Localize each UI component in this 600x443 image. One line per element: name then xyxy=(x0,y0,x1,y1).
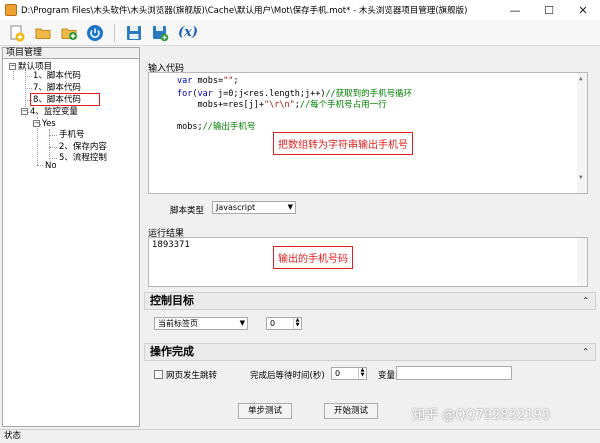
tab-target-select[interactable]: 当前标签页 ▼ xyxy=(154,317,248,330)
window-title: D:\Program Files\木头软件\木头浏览器(旗舰版)\Cache\默… xyxy=(21,6,468,16)
tree-line xyxy=(49,135,57,136)
wait-time-value: 0 xyxy=(335,369,341,378)
tree-item-yes-label: Yes xyxy=(42,119,56,129)
new-project-icon[interactable] xyxy=(6,22,28,44)
tree-item-yes[interactable]: − Yes xyxy=(33,119,56,129)
result-vertical-scrollbar[interactable] xyxy=(577,238,587,286)
save-as-icon[interactable] xyxy=(149,22,171,44)
code-token: //输出手机号 xyxy=(202,122,256,132)
chevron-down-icon: ▼ xyxy=(287,203,293,211)
close-button[interactable]: ✕ xyxy=(566,0,600,20)
tree-item-script-1[interactable]: 1、脚本代码 xyxy=(33,71,81,81)
result-value: 1893371 xyxy=(152,240,190,250)
app-icon xyxy=(5,4,17,16)
tab-target-value: 当前标签页 xyxy=(158,319,198,328)
tree-item-monitor-variable[interactable]: −4、监控变量 xyxy=(21,107,78,117)
scroll-up-icon[interactable]: ▲ xyxy=(579,75,583,82)
tree-line xyxy=(37,165,43,166)
wait-time-label: 完成后等待时间(秒) xyxy=(250,371,325,381)
tree-line xyxy=(25,88,32,89)
open-folder-icon[interactable] xyxy=(32,22,54,44)
code-editor[interactable]: var mobs=""; for(var j=0;j<res.length;j++… xyxy=(148,72,588,194)
project-panel-title: 项目管理 xyxy=(2,47,140,58)
tree-line xyxy=(49,129,50,159)
tab-index-value: 0 xyxy=(270,319,276,328)
code-vertical-scrollbar[interactable]: ▲ ▼ xyxy=(577,73,587,193)
code-token: mobs= xyxy=(197,76,224,86)
code-token: ; xyxy=(233,76,239,86)
tree-item-save-content[interactable]: 2、保存内容 xyxy=(59,142,107,152)
variable-icon-label: (x) xyxy=(177,25,199,40)
code-token: "" xyxy=(223,76,234,86)
variable-icon[interactable]: (x) xyxy=(175,22,201,44)
tree-line xyxy=(25,76,32,77)
code-token: //每个手机号占用一行 xyxy=(299,100,387,110)
tree-item-monitor-label: 4、监控变量 xyxy=(30,107,78,117)
operation-complete-title: 操作完成 xyxy=(150,345,194,358)
wait-time-stepper[interactable]: 0 ▲ ▼ xyxy=(331,367,367,380)
collapse-icon[interactable]: − xyxy=(9,63,16,70)
stepper-arrows-icon[interactable]: ▲ ▼ xyxy=(358,368,366,379)
code-token: mobs+=res[j]+ xyxy=(177,100,264,110)
tree-item-flow-control[interactable]: 5、流程控制 xyxy=(59,153,107,163)
code-line: mobs;//输出手机号 xyxy=(177,120,255,132)
control-target-header[interactable]: 控制目标 ⌃ xyxy=(144,292,596,310)
collapse-chevron-icon[interactable]: ⌃ xyxy=(582,344,589,360)
watermark: 知乎 @QQ792832193 xyxy=(412,408,551,423)
collapse-icon[interactable]: − xyxy=(33,120,40,127)
maximize-button[interactable]: ☐ xyxy=(532,0,566,20)
tree-line xyxy=(49,147,57,148)
control-target-title: 控制目标 xyxy=(150,294,194,307)
toolbar-separator xyxy=(114,23,115,42)
result-output[interactable]: 1893371 输出的手机号码 xyxy=(148,237,588,287)
tree-line xyxy=(49,158,57,159)
title-bar: D:\Program Files\木头软件\木头浏览器(旗舰版)\Cache\默… xyxy=(0,0,600,20)
script-type-value: Javascript xyxy=(216,203,256,212)
code-token: mobs; xyxy=(177,122,203,132)
add-item-icon[interactable] xyxy=(58,22,80,44)
code-token: var xyxy=(177,76,198,86)
project-tree: − 默认项目 1、脚本代码 7、脚本代码 8、脚本代码 −4、监控变量 − Yes … xyxy=(2,58,140,427)
tree-item-phone[interactable]: 手机号 xyxy=(59,130,85,140)
variable-label: 变量 xyxy=(378,371,396,381)
script-type-label: 脚本类型 xyxy=(170,206,205,216)
collapse-icon[interactable]: − xyxy=(21,108,28,115)
variable-input[interactable] xyxy=(396,366,512,380)
minimize-button[interactable]: — xyxy=(498,0,532,20)
page-jump-checkbox[interactable] xyxy=(154,370,163,379)
step-test-button[interactable]: 单步测试 xyxy=(238,403,292,419)
code-callout: 把数组转为字符串输出手机号 xyxy=(273,132,413,155)
toolbar: (x) xyxy=(0,20,600,46)
start-test-button[interactable]: 开始测试 xyxy=(324,403,378,419)
code-line: var mobs=""; xyxy=(177,76,238,86)
chevron-down-icon: ▼ xyxy=(239,319,245,327)
tree-item-no[interactable]: No xyxy=(45,161,57,171)
status-text: 状态 xyxy=(4,431,22,441)
power-icon[interactable] xyxy=(84,22,106,44)
operation-complete-header[interactable]: 操作完成 ⌃ xyxy=(144,343,596,361)
highlight-box xyxy=(30,93,100,106)
tree-item-script-7[interactable]: 7、脚本代码 xyxy=(33,83,81,93)
collapse-chevron-icon[interactable]: ⌃ xyxy=(582,293,589,309)
script-type-select[interactable]: Javascript ▼ xyxy=(212,201,296,214)
result-callout: 输出的手机号码 xyxy=(273,246,353,269)
code-token: "\r\n" xyxy=(264,100,295,110)
code-line: mobs+=res[j]+"\r\n";//每个手机号占用一行 xyxy=(177,98,387,110)
scroll-down-icon[interactable]: ▼ xyxy=(579,174,583,181)
save-icon[interactable] xyxy=(123,22,145,44)
page-jump-label: 网页发生跳转 xyxy=(166,371,218,381)
tab-index-stepper[interactable]: 0 ▲ ▼ xyxy=(266,317,302,330)
stepper-arrows-icon[interactable]: ▲ ▼ xyxy=(293,318,301,329)
status-bar: 状态 xyxy=(0,429,600,443)
